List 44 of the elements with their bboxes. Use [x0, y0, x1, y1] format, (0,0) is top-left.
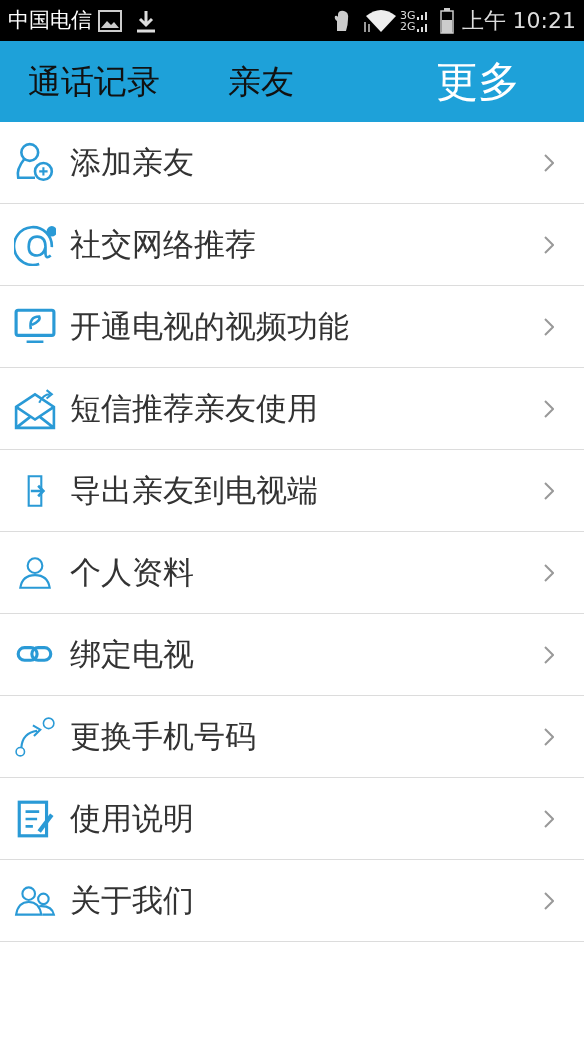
menu-label: 使用说明: [70, 799, 194, 839]
clock: 上午 10:21: [461, 9, 576, 32]
tab[interactable]: 通话记录: [0, 56, 228, 107]
tab[interactable]: 亲友: [228, 56, 410, 107]
menu-label: 添加亲友: [70, 143, 194, 183]
menu-label: 更换手机号码: [70, 717, 256, 757]
menu-label: 短信推荐亲友使用: [70, 389, 318, 429]
menu-label: 绑定电视: [70, 635, 194, 675]
chevron-icon: [544, 809, 554, 828]
at-icon: [14, 223, 56, 266]
menu-item[interactable]: 使用说明: [0, 778, 584, 860]
network-label: 2G: [400, 20, 416, 32]
menu-item[interactable]: 社交网络推荐: [0, 204, 584, 286]
envelope-icon: [14, 387, 56, 430]
menu-item[interactable]: 开通电视的视频功能: [0, 286, 584, 368]
add-person-icon: [14, 141, 56, 184]
menu-label: 社交网络推荐: [70, 225, 256, 265]
menu-item[interactable]: 关于我们: [0, 860, 584, 942]
menu-item[interactable]: 添加亲友: [0, 122, 584, 204]
battery-icon: [439, 7, 454, 34]
menu-label: 开通电视的视频功能: [70, 307, 349, 347]
chevron-icon: [544, 399, 554, 418]
menu-label: 个人资料: [70, 553, 194, 593]
chevron-icon: [544, 563, 554, 582]
chevron-icon: [544, 235, 554, 254]
chevron-icon: [544, 645, 554, 664]
chevron-icon: [544, 317, 554, 336]
wifi-icon: [364, 7, 399, 34]
curved-arrow-icon: [14, 715, 56, 758]
menu-item[interactable]: 更换手机号码: [0, 696, 584, 778]
menu-item[interactable]: 导出亲友到电视端: [0, 450, 584, 532]
menu-item[interactable]: 短信推荐亲友使用: [0, 368, 584, 450]
chevron-icon: [544, 727, 554, 746]
menu-label: 导出亲友到电视端: [70, 471, 318, 511]
download-icon: [136, 8, 156, 33]
image-icon: [98, 9, 122, 32]
chevron-icon: [544, 481, 554, 500]
chevron-icon: [544, 153, 554, 172]
menu-item[interactable]: 绑定电视: [0, 614, 584, 696]
network-label: 3G: [400, 9, 416, 21]
menu-label: 关于我们: [70, 881, 194, 921]
menu-item[interactable]: 个人资料: [0, 532, 584, 614]
chevron-icon: [544, 891, 554, 910]
carrier-name: 中国电信: [8, 10, 92, 31]
